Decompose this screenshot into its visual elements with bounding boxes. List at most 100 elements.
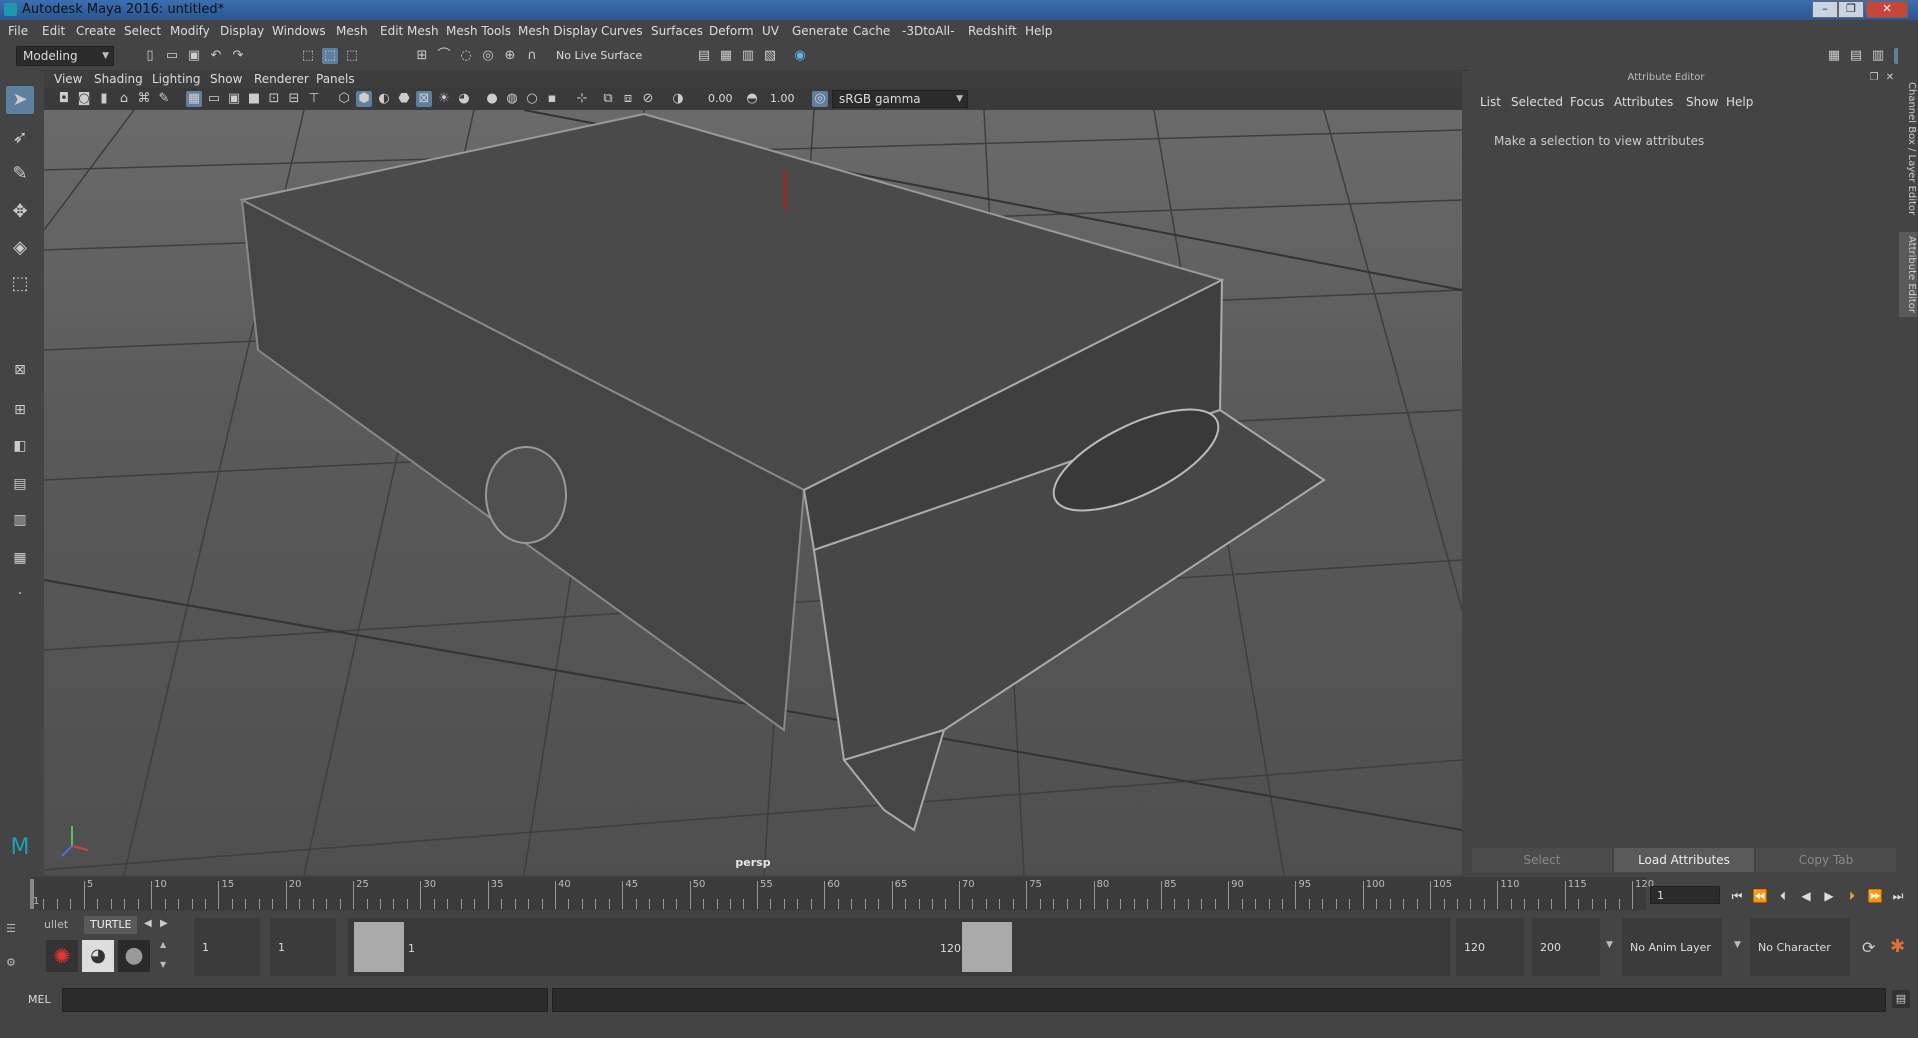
snap-point-icon[interactable]: ◌	[458, 48, 474, 64]
layout-two-panes-icon[interactable]: ◧	[6, 432, 34, 460]
shelf-settings-icon[interactable]: ⚙	[6, 956, 16, 969]
mel-command-input[interactable]	[62, 988, 548, 1012]
xray-active-icon[interactable]: ⧈	[620, 91, 636, 107]
load-attributes-button[interactable]: Load Attributes	[1614, 848, 1754, 872]
menu-mesh-display[interactable]: Mesh Display	[518, 24, 598, 38]
grid-icon[interactable]: ▦	[186, 91, 202, 107]
scale-tool-icon[interactable]: ⬚	[6, 270, 34, 298]
anim-layer-field[interactable]: No Anim Layer	[1622, 918, 1722, 976]
save-scene-icon[interactable]: ▣	[186, 48, 202, 64]
perspective-viewport[interactable]: persp	[44, 110, 1462, 875]
camera-select-icon[interactable]: ◘	[56, 91, 72, 107]
select-button[interactable]: Select	[1472, 848, 1612, 872]
mel-label[interactable]: MEL	[28, 993, 51, 1006]
safe-action-icon[interactable]: ⊟	[286, 91, 302, 107]
xray-joints-icon[interactable]: ⧉	[600, 91, 616, 107]
time-slider[interactable]: 1 5 10 15 20 25 30 35 40 45 50 55 60 65 70 75 80 85 90 95 10…	[30, 877, 1654, 910]
go-to-end-icon[interactable]: ⏭	[1889, 888, 1907, 904]
step-forward-frame-icon[interactable]: ⏩	[1866, 888, 1884, 904]
wireframe-on-shaded-icon[interactable]: ⬣	[396, 91, 412, 107]
menu-curves[interactable]: Curves	[601, 24, 643, 38]
menu-deform[interactable]: Deform	[709, 24, 754, 38]
shelf-tab-turtle[interactable]: TURTLE	[84, 916, 138, 934]
safe-title-icon[interactable]: ⊤	[306, 91, 322, 107]
start-time-field[interactable]: 1	[194, 918, 260, 976]
backface-culling-icon[interactable]: ⊘	[640, 91, 656, 107]
screen-space-ao-icon[interactable]: ◍	[504, 91, 520, 107]
shelf-menu-icon[interactable]: ☰	[6, 922, 16, 935]
render-frame-icon[interactable]: ▦	[718, 48, 734, 64]
menu-surfaces[interactable]: Surfaces	[651, 24, 703, 38]
script-editor-icon[interactable]: ▤	[1892, 990, 1910, 1008]
exposure-icon[interactable]: ◑	[670, 91, 686, 107]
hypershade-icon[interactable]: ◉	[792, 48, 808, 64]
exposure-field[interactable]: 0.00	[708, 92, 733, 105]
new-scene-icon[interactable]: ▯	[142, 48, 158, 64]
play-forwards-icon[interactable]: ▶	[1820, 888, 1838, 904]
minimize-button[interactable]: –	[1812, 1, 1838, 18]
toggle-attribute-editor-icon[interactable]: ▤	[1848, 48, 1864, 64]
viewport-menu-panels[interactable]: Panels	[316, 72, 355, 86]
color-management-icon[interactable]: ◎	[812, 91, 828, 107]
layout-hypershade-icon[interactable]: ▦	[6, 544, 34, 572]
range-start-handle[interactable]	[354, 922, 404, 972]
float-panel-icon[interactable]: ❐	[1866, 70, 1882, 86]
menu-create[interactable]: Create	[76, 24, 116, 38]
menu-redshift[interactable]: Redshift	[968, 24, 1017, 38]
two-d-pan-zoom-icon[interactable]: ⌘	[136, 91, 152, 107]
range-slider[interactable]	[348, 918, 1450, 976]
step-back-frame-icon[interactable]: ⏪	[1751, 888, 1769, 904]
menu-uv[interactable]: UV	[762, 24, 779, 38]
menu-edit[interactable]: Edit	[42, 24, 65, 38]
layout-persp-outliner-icon[interactable]: ▤	[6, 470, 34, 498]
gate-mask-icon[interactable]: ■	[246, 91, 262, 107]
attr-menu-show[interactable]: Show	[1686, 95, 1718, 109]
ipr-render-icon[interactable]: ▥	[740, 48, 756, 64]
grease-pencil-icon[interactable]: ✎	[156, 91, 172, 107]
render-settings-icon[interactable]: ▧	[762, 48, 778, 64]
menu-mesh[interactable]: Mesh	[336, 24, 368, 38]
current-time-indicator[interactable]	[30, 879, 34, 909]
select-hierarchy-icon[interactable]: ⬚	[300, 48, 316, 64]
shelf-up-icon[interactable]: ▲	[160, 940, 166, 949]
close-button[interactable]: ✕	[1866, 1, 1908, 18]
viewport-menu-shading[interactable]: Shading	[94, 72, 143, 86]
menu-help[interactable]: Help	[1025, 24, 1052, 38]
layout-persp-graph-icon[interactable]: ▥	[6, 506, 34, 534]
shelf-tab-bullet[interactable]: ullet	[38, 916, 74, 934]
viewport-menu-show[interactable]: Show	[210, 72, 242, 86]
attr-menu-list[interactable]: List	[1480, 95, 1501, 109]
render-view-icon[interactable]: ▤	[696, 48, 712, 64]
magnet-icon[interactable]: ∩	[524, 48, 540, 64]
attr-menu-focus[interactable]: Focus	[1570, 95, 1604, 109]
select-component-icon[interactable]: ⬚	[344, 48, 360, 64]
menu-mesh-tools[interactable]: Mesh Tools	[446, 24, 511, 38]
menu-3dtoall[interactable]: -3DtoAll-	[902, 24, 954, 38]
copy-tab-button[interactable]: Copy Tab	[1756, 848, 1896, 872]
motion-blur-icon[interactable]: ○	[524, 91, 540, 107]
turtle-render-icon[interactable]: ✺	[46, 940, 78, 972]
menu-modify[interactable]: Modify	[170, 24, 210, 38]
toggle-modeling-toolkit-icon[interactable]: ▦	[1826, 48, 1842, 64]
channel-box-tab[interactable]: Channel Box / Layer Editor	[1899, 82, 1917, 215]
wireframe-icon[interactable]: ⬡	[336, 91, 352, 107]
default-material-icon[interactable]: ◐	[376, 91, 392, 107]
shelf-scroll-left-icon[interactable]: ◀	[144, 918, 152, 929]
attribute-editor-tab[interactable]: Attribute Editor	[1899, 232, 1917, 317]
toggle-tool-settings-icon[interactable]: ▥	[1870, 48, 1886, 64]
mode-selector[interactable]: Modeling ▼	[16, 46, 114, 66]
select-tool-icon[interactable]: ➤	[6, 86, 34, 114]
close-panel-icon[interactable]: ✕	[1882, 70, 1898, 86]
attr-menu-attributes[interactable]: Attributes	[1614, 95, 1673, 109]
playback-start-field[interactable]: 1	[270, 918, 336, 976]
shelf-scroll-right-icon[interactable]: ▶	[160, 918, 168, 929]
attr-menu-help[interactable]: Help	[1726, 95, 1753, 109]
lasso-tool-icon[interactable]: ➶	[6, 124, 34, 152]
menu-select[interactable]: Select	[124, 24, 161, 38]
attr-menu-selected[interactable]: Selected	[1511, 95, 1563, 109]
bookmark-icon[interactable]: ▮	[96, 91, 112, 107]
isolate-select-icon[interactable]: ⊹	[574, 91, 590, 107]
viewport-menu-view[interactable]: View	[54, 72, 82, 86]
character-set-field[interactable]: No Character Set	[1750, 918, 1850, 1014]
turtle-sphere-icon[interactable]: ●	[118, 940, 150, 972]
